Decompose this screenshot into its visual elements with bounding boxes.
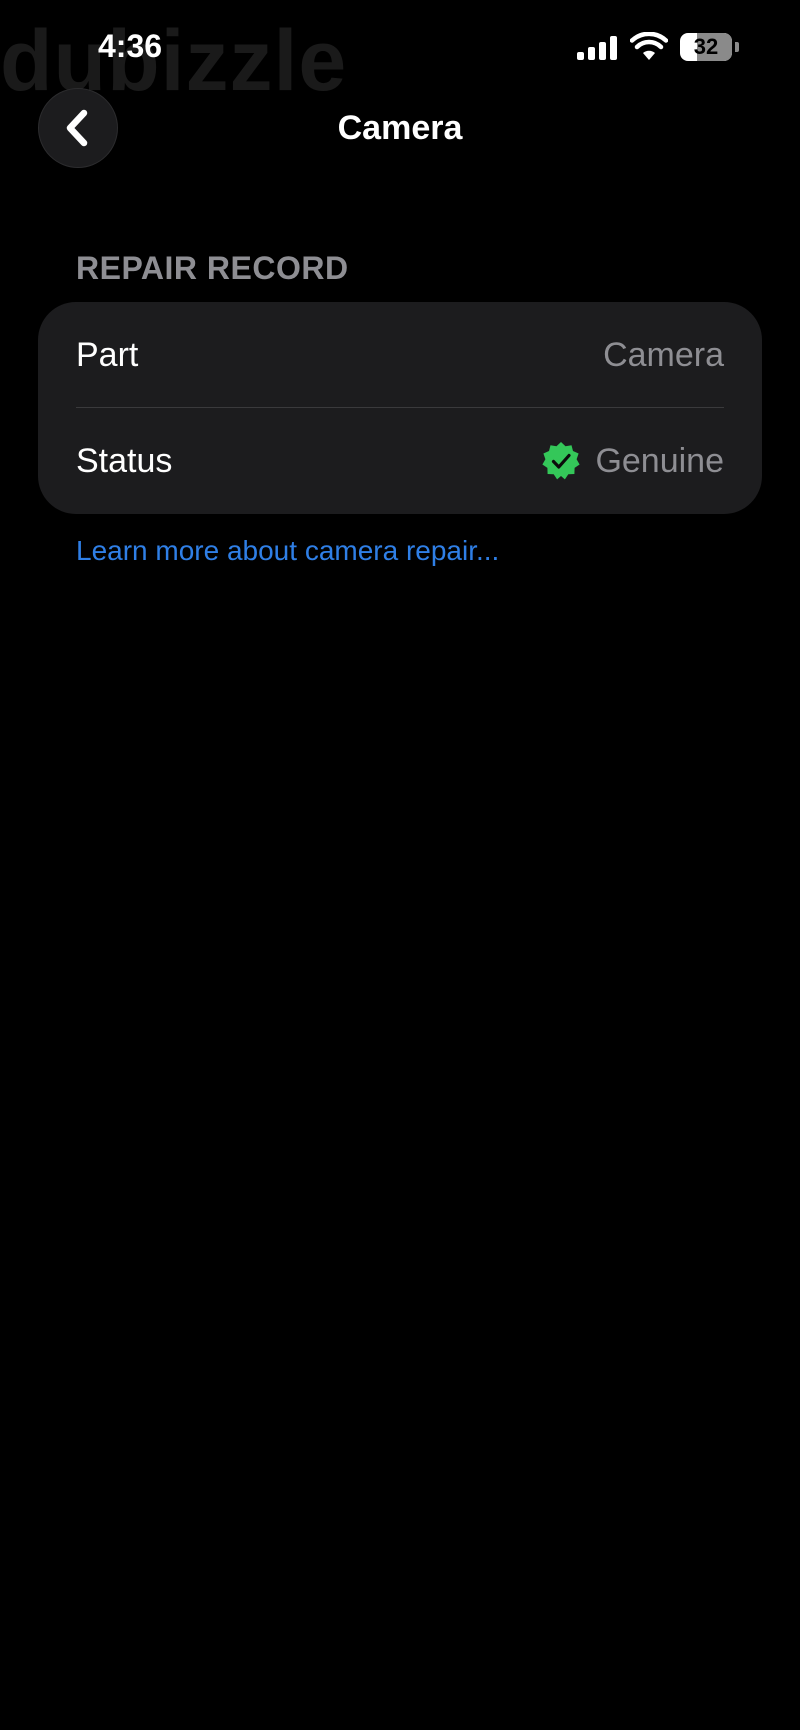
status-bar: 4:36 32 xyxy=(0,0,800,95)
battery-indicator: 32 xyxy=(680,33,740,61)
status-time: 4:36 xyxy=(98,28,163,64)
row-part: Part Camera xyxy=(76,302,724,408)
cellular-signal-icon xyxy=(577,36,617,60)
learn-more-link[interactable]: Learn more about camera repair... xyxy=(76,535,499,567)
row-status-label: Status xyxy=(76,441,173,480)
battery-level-badge: 32 xyxy=(680,33,732,61)
repair-record-card: Part Camera Status Genuine xyxy=(38,302,762,514)
wifi-icon xyxy=(630,32,668,60)
row-status: Status Genuine xyxy=(76,408,724,514)
battery-tip xyxy=(735,42,739,52)
page-title: Camera xyxy=(337,109,463,147)
row-status-value-group: Genuine xyxy=(541,441,724,481)
navigation-bar: Camera xyxy=(0,85,800,171)
section-header-repair-record: REPAIR RECORD xyxy=(76,250,349,286)
row-part-label: Part xyxy=(76,335,139,374)
verified-check-badge-icon xyxy=(542,442,581,480)
row-part-value: Camera xyxy=(603,335,724,374)
battery-level-text: 32 xyxy=(693,34,719,59)
row-status-value: Genuine xyxy=(595,441,724,480)
